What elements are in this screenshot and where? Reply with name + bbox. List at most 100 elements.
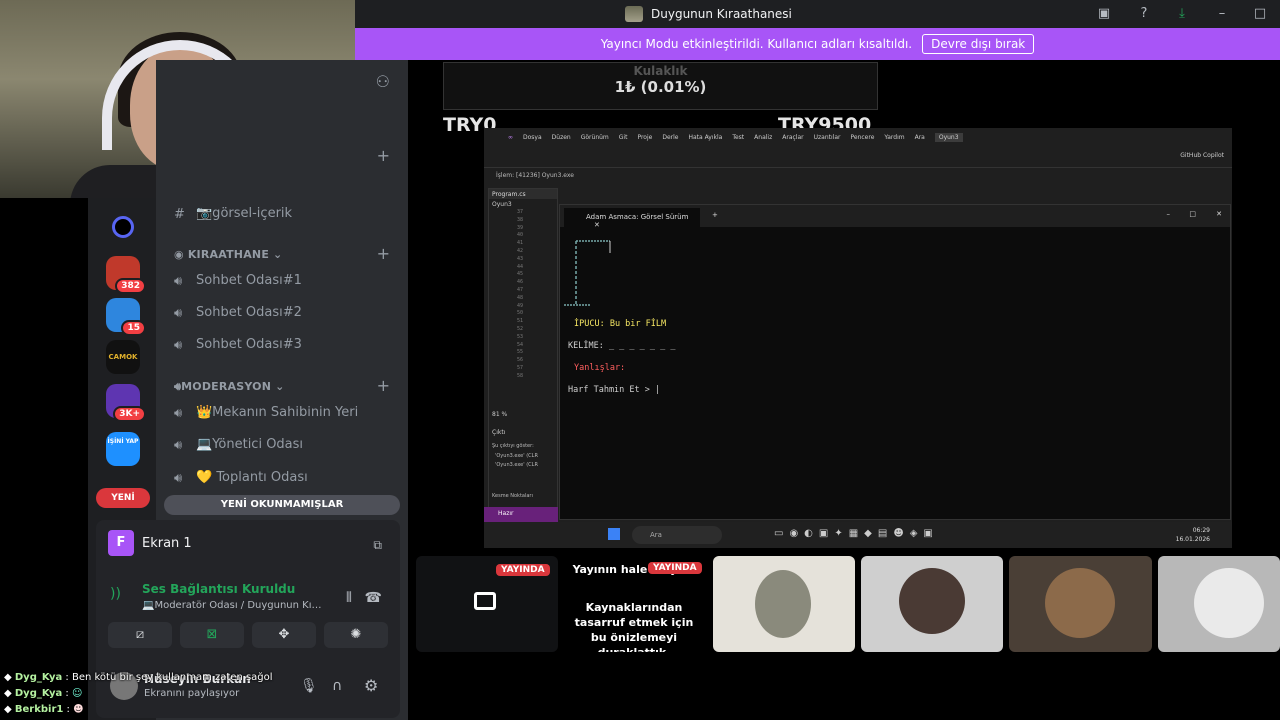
vs-menu-item[interactable]: Analiz (754, 134, 772, 141)
add-channel-icon[interactable]: + (377, 244, 390, 263)
voice-channel-sohbet-2[interactable]: 🔊︎ Sohbet Odası#2 (174, 305, 302, 321)
add-channel-icon[interactable]: + (377, 376, 390, 395)
vs-menu-item[interactable]: Derle (662, 134, 678, 141)
inbox-icon[interactable]: ▣ (1095, 5, 1113, 23)
speaker-icon: 🔊︎ (174, 273, 183, 289)
disconnect-icon[interactable]: ☎ (365, 590, 382, 606)
stream-tile-screen[interactable]: YAYINDA (416, 556, 558, 652)
text-channel-gorsel-icerik[interactable]: # 📷görsel-içerik (174, 206, 292, 222)
maximize-icon[interactable]: □ (1189, 210, 1196, 218)
screen-share-button[interactable]: ⊠ (180, 622, 244, 648)
vs-menu-item[interactable]: Uzantılar (814, 134, 841, 141)
activities-button[interactable]: ✥ (252, 622, 316, 648)
mention-badge: 382 (115, 278, 146, 294)
participant-tile[interactable] (713, 556, 855, 652)
vs-menu-item[interactable]: Dosya (523, 134, 542, 141)
vs-line-numbers: 37 38 39 40 41 42 43 44 45 46 47 48 49 50 51 52 53 54 55 56… (517, 209, 523, 381)
server-icon-4[interactable]: 3K+ (106, 384, 146, 422)
vs-menu-item[interactable]: Görünüm (581, 134, 609, 141)
voice-channel-toplanti[interactable]: 🔊︎ 💛 Toplantı Odası (174, 470, 308, 486)
wrong-guesses-label: Yanlışlar: (574, 363, 626, 373)
vs-logo-icon: ∞ (508, 133, 513, 141)
speaker-icon: 🔊︎ (174, 437, 183, 453)
vs-menu-item[interactable]: Yardım (884, 134, 904, 141)
microphone-icon[interactable]: 🎙︎ (300, 678, 318, 694)
stream-tile-paused[interactable]: Yayının hale ediyor! YAYINDA Kaynakların… (562, 556, 707, 652)
download-icon[interactable]: ⤓ (1173, 5, 1191, 23)
vs-menu-item[interactable]: Hata Ayıkla (688, 134, 722, 141)
vs-output-title: Çıktı (492, 429, 506, 436)
vs-menu-item[interactable]: Düzen (552, 134, 571, 141)
taskbar-clock[interactable]: 06:29 16.01.2026 (1176, 526, 1210, 544)
copilot-button[interactable]: GitHub Copilot (1180, 152, 1224, 159)
chat-text: : (65, 688, 69, 699)
disable-streamer-mode-button[interactable]: Devre dışı bırak (922, 34, 1035, 54)
server-icon-1[interactable]: 382 (106, 256, 146, 294)
vs-breakpoints-tab[interactable]: Kesme Noktaları (492, 493, 533, 499)
console-window: Adam Asmaca: Görsel Sürüm ✕ + – □ ✕ İPUC… (559, 204, 1231, 520)
new-unread-pill[interactable]: YENİ OKUNMAMIŞLAR (164, 495, 400, 515)
voice-channel-sohbet-3[interactable]: 🔊︎ Sohbet Odası#3 (174, 337, 302, 353)
minimize-icon[interactable]: – (1167, 210, 1171, 218)
vs-file-tab[interactable]: Program.cs (492, 191, 526, 198)
participant-tile[interactable] (1009, 556, 1152, 652)
camera-off-button[interactable]: ⧄ (108, 622, 172, 648)
server-icon-3[interactable]: CAMOK (106, 340, 140, 374)
line-number: 50 (517, 310, 524, 317)
chat-username: Dyg_Kya (14, 688, 63, 699)
vs-search[interactable]: Ara (915, 134, 925, 141)
vs-menu-item[interactable]: Test (732, 134, 744, 141)
channel-label: Sohbet Odası#2 (196, 305, 302, 320)
console-tab[interactable]: Adam Asmaca: Görsel Sürüm ✕ (564, 208, 700, 229)
close-tab-icon[interactable]: ✕ (594, 221, 600, 229)
popout-icon[interactable]: ⧉ (373, 538, 382, 553)
word-text: KELİME: _ _ _ _ _ _ _ (568, 341, 676, 351)
vs-process-select[interactable]: İşlem: [41236] Oyun3.exe (496, 172, 574, 179)
new-tab-icon[interactable]: + (712, 211, 718, 219)
category-kiraathane[interactable]: ◉ KIRAATHANE ⌄ (174, 248, 282, 261)
participant-tile[interactable] (1158, 556, 1280, 652)
mention-badge: 3K+ (113, 406, 146, 422)
help-icon[interactable]: ? (1135, 5, 1153, 23)
connection-channel[interactable]: 💻Moderatör Odası / Duygunun Kıraa... (142, 600, 322, 611)
taskbar-apps[interactable]: ▭◉◐▣✦▦◆▤☻◈▣ (774, 528, 939, 539)
connection-status[interactable]: Ses Bağlantısı Kuruldu (142, 582, 295, 596)
guess-prompt[interactable]: Harf Tahmin Et > | (568, 385, 660, 395)
signal-icon: )) (110, 586, 121, 602)
vs-zoom[interactable]: 81 % (492, 411, 507, 418)
server-icon-ring[interactable] (112, 216, 134, 238)
vs-menu-item[interactable]: Git (619, 134, 628, 141)
vs-solution-name: Oyun3 (934, 132, 963, 142)
voice-channel-sahip[interactable]: 🔊︎ 👑Mekanın Sahibinin Yeri (174, 405, 358, 421)
chat-text: : Ben kötü bir şey kullanmam zaten sağol (65, 672, 273, 683)
user-panel: F Ekran 1 ⧉ )) Ses Bağlantısı Kuruldu 💻M… (96, 520, 400, 718)
vs-menu-item[interactable]: Pencere (850, 134, 874, 141)
vs-menu-item[interactable]: Araçlar (782, 134, 803, 141)
headphones-icon[interactable]: ∩ (332, 678, 342, 694)
vs-menu-item[interactable]: Proje (637, 134, 652, 141)
settings-gear-icon[interactable]: ⚙ (364, 676, 378, 695)
maximize-icon[interactable]: □ (1251, 5, 1269, 23)
minimize-icon[interactable]: – (1213, 5, 1231, 23)
start-icon[interactable] (608, 528, 620, 540)
server-icon-2[interactable]: 15 (106, 298, 146, 336)
vs-status-text: Hazır (498, 510, 514, 517)
category-moderasyon[interactable]: 🔊︎MODERASYON ⌄ (174, 380, 285, 394)
add-channel-icon[interactable]: + (377, 146, 390, 165)
vs-debug-toolbar: İşlem: [41236] Oyun3.exe (484, 168, 1232, 184)
noise-suppression-icon[interactable]: ⦀ (346, 590, 352, 606)
voice-channel-sohbet-1[interactable]: 🔊︎ Sohbet Odası#1 (174, 273, 302, 289)
speaker-icon: 🔊︎ (174, 405, 183, 421)
soundboard-button[interactable]: ✺ (324, 622, 388, 648)
taskbar-search[interactable]: Ara (632, 526, 722, 544)
add-friend-icon[interactable]: ⚇ (376, 72, 390, 91)
screen-share-item[interactable]: F Ekran 1 (108, 530, 192, 556)
participant-tile[interactable] (861, 556, 1003, 652)
server-icon-5[interactable]: İŞİNİ YAP (106, 432, 140, 466)
voice-channel-yonetici[interactable]: 🔊︎ 💻Yönetici Odası (174, 437, 303, 453)
line-number: 51 (517, 318, 524, 325)
line-number: 48 (517, 294, 524, 301)
close-icon[interactable]: ✕ (1216, 210, 1222, 218)
windows-taskbar: Ara ▭◉◐▣✦▦◆▤☻◈▣ 06:29 16.01.2026 (484, 522, 1232, 548)
new-servers-pill[interactable]: YENİ (96, 488, 150, 508)
